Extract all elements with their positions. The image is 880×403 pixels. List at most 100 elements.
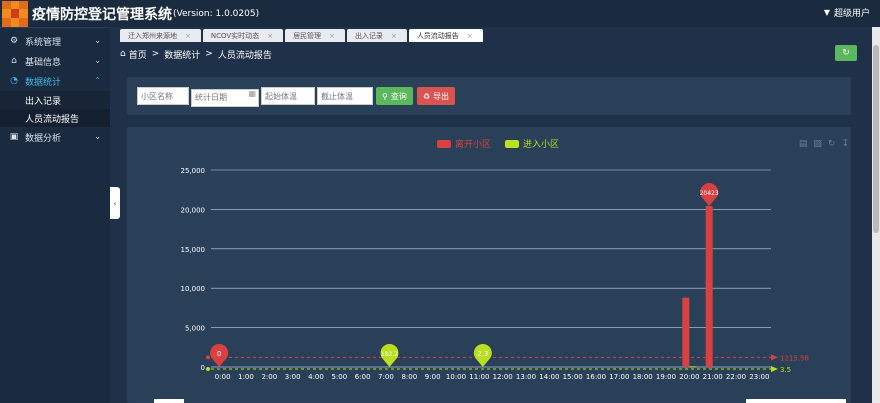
bar-enter <box>689 366 697 368</box>
tab-source[interactable]: 迁入郑州来源地 × <box>120 29 201 42</box>
pin-enter-label: 182.2 <box>381 351 398 358</box>
chevron-down-icon: ⌄ <box>94 56 101 65</box>
sidebar-item-label: 数据统计 <box>25 77 62 88</box>
x-tick-label: 23:00 <box>749 373 769 381</box>
pin-leave-label: 0 <box>217 350 221 358</box>
chevron-down-icon: ▼ <box>823 8 830 17</box>
user-menu[interactable]: ▼ 超级用户 <box>824 6 870 19</box>
x-tick-label: 19:00 <box>656 373 676 381</box>
export-label: 导出 <box>433 91 450 101</box>
close-icon[interactable]: × <box>391 32 397 40</box>
x-tick-label: 9:00 <box>425 373 441 381</box>
chart-toolbox: ▤ ▧ ↻ ↧ <box>793 139 849 149</box>
app-version: (Version: 1.0.0205) <box>173 8 260 19</box>
tab-ncov[interactable]: NCOV实时动态 × <box>202 29 284 42</box>
y-tick-label: 10,000 <box>181 285 206 293</box>
pin-enter-label: 2.3 <box>477 350 488 358</box>
export-button[interactable]: ♻ 导出 <box>416 87 456 105</box>
sidebar-item-label: 数据分析 <box>25 133 62 144</box>
chevron-left-icon: ‹ <box>113 198 117 208</box>
x-tick-label: 1:00 <box>238 373 254 381</box>
x-tick-label: 7:00 <box>378 373 394 381</box>
avg-label-leave: 1215.58 <box>780 354 809 362</box>
refresh-button[interactable]: ↻ <box>835 45 857 61</box>
breadcrumb-level1[interactable]: 数据统计 <box>164 48 200 61</box>
legend-swatch-enter <box>505 140 519 148</box>
x-tick-label: 10:00 <box>446 373 466 381</box>
x-tick-label: 2:00 <box>261 373 277 381</box>
x-tick-label: 22:00 <box>726 373 746 381</box>
tab-flow-report[interactable]: 人员流动报告 × <box>408 29 483 42</box>
download-icon[interactable]: ↧ <box>841 139 849 149</box>
x-tick-label: 17:00 <box>609 373 629 381</box>
filter-panel: ▦ ⚲ 查询 ♻ 导出 <box>127 77 851 115</box>
data-view-icon[interactable]: ▤ <box>799 139 808 149</box>
breadcrumb-separator: > <box>205 49 213 59</box>
tab-label: 居民管理 <box>293 31 322 40</box>
chart-panel: 离开小区 进入小区 0 5,000 10,000 15,000 20,000 25,000 0:… <box>127 127 851 403</box>
sidebar-item-label: 系统管理 <box>25 37 62 48</box>
app-logo <box>2 0 28 27</box>
close-icon[interactable]: × <box>329 32 335 40</box>
avg-dot-leave <box>206 355 210 360</box>
y-tick-label: 0 <box>201 364 205 372</box>
x-tick-label: 14:00 <box>539 373 559 381</box>
x-tick-label: 16:00 <box>586 373 606 381</box>
app-title: 疫情防控登记管理系统 <box>32 6 172 23</box>
tab-label: 迁入郑州来源地 <box>128 31 177 40</box>
max-temp-input[interactable] <box>317 87 373 105</box>
gear-icon: ⚙ <box>9 36 19 46</box>
breadcrumb-level2: 人员流动报告 <box>217 50 272 61</box>
tab-bar: 迁入郑州来源地 × NCOV实时动态 × 居民管理 × 出入记录 × 人员流动报告 × <box>110 27 880 42</box>
tab-residents[interactable]: 居民管理 × <box>285 29 345 42</box>
scrollbar-thumb[interactable] <box>873 45 879 233</box>
avg-dot-enter <box>206 366 210 371</box>
sidebar-item-system[interactable]: ⚙ 系统管理 ⌄ <box>0 31 110 51</box>
breadcrumb-separator: > <box>151 49 160 59</box>
bar-switch-icon[interactable]: ▧ <box>813 139 822 149</box>
date-picker[interactable]: ▦ <box>191 85 259 107</box>
avg-label-enter: 3.5 <box>780 366 791 374</box>
sidebar-subitem-access-records[interactable]: 出入记录 <box>0 91 110 109</box>
breadcrumb-home[interactable]: 首页 <box>129 48 147 61</box>
tab-access-records[interactable]: 出入记录 × <box>346 29 407 42</box>
pie-icon: ◔ <box>10 76 18 86</box>
chart-icon: ▣ <box>9 132 19 142</box>
home-icon: ⌂ <box>120 49 126 59</box>
sidebar-item-analysis[interactable]: ▣ 数据分析 ⌄ <box>0 127 110 147</box>
y-tick-label: 20,000 <box>181 206 206 214</box>
legend-label-enter: 进入小区 <box>523 139 559 150</box>
close-icon[interactable]: × <box>467 32 473 40</box>
chevron-down-icon: ⌄ <box>94 132 101 141</box>
x-tick-label: 12:00 <box>493 373 513 381</box>
close-icon[interactable]: × <box>267 32 273 40</box>
min-temp-input[interactable] <box>261 87 315 105</box>
y-tick-label: 5,000 <box>185 325 205 333</box>
query-button[interactable]: ⚲ 查询 <box>376 87 413 105</box>
x-tick-label: 11:00 <box>469 373 489 381</box>
avg-arrow-enter <box>771 365 778 372</box>
horizontal-scrollbar-left <box>154 399 184 403</box>
legend-label-leave: 离开小区 <box>455 138 491 150</box>
restore-icon[interactable]: ↻ <box>828 139 836 149</box>
flow-chart: 离开小区 进入小区 0 5,000 10,000 15,000 20,000 25,000 0:… <box>181 138 809 381</box>
avg-arrow-leave <box>771 354 778 361</box>
close-icon[interactable]: × <box>185 32 191 40</box>
vertical-scrollbar[interactable] <box>872 27 880 403</box>
sidebar-subitem-flow-report[interactable]: 人员流动报告 <box>0 109 110 127</box>
x-tick-label: 21:00 <box>703 373 723 381</box>
sidebar-collapse-handle[interactable]: ‹ <box>110 187 120 219</box>
horizontal-scrollbar-right <box>746 399 846 403</box>
user-name: 超级用户 <box>833 9 870 19</box>
sidebar-item-statistics[interactable]: ◔ 数据统计 ⌃ <box>0 71 110 91</box>
x-tick-label: 5:00 <box>331 373 347 381</box>
chevron-up-icon: ⌃ <box>94 76 101 85</box>
x-tick-label: 4:00 <box>308 373 324 381</box>
trash-icon: ♻ <box>422 91 431 101</box>
calendar-icon: ▦ <box>248 89 256 99</box>
bar-leave <box>705 206 713 367</box>
breadcrumb: ⌂ 首页 > 数据统计 > 人员流动报告 ↻ <box>110 43 880 65</box>
sidebar-item-basic-info[interactable]: ⌂ 基础信息 ⌄ <box>0 51 110 71</box>
community-input[interactable] <box>137 87 189 105</box>
x-tick-label: 13:00 <box>516 373 536 381</box>
